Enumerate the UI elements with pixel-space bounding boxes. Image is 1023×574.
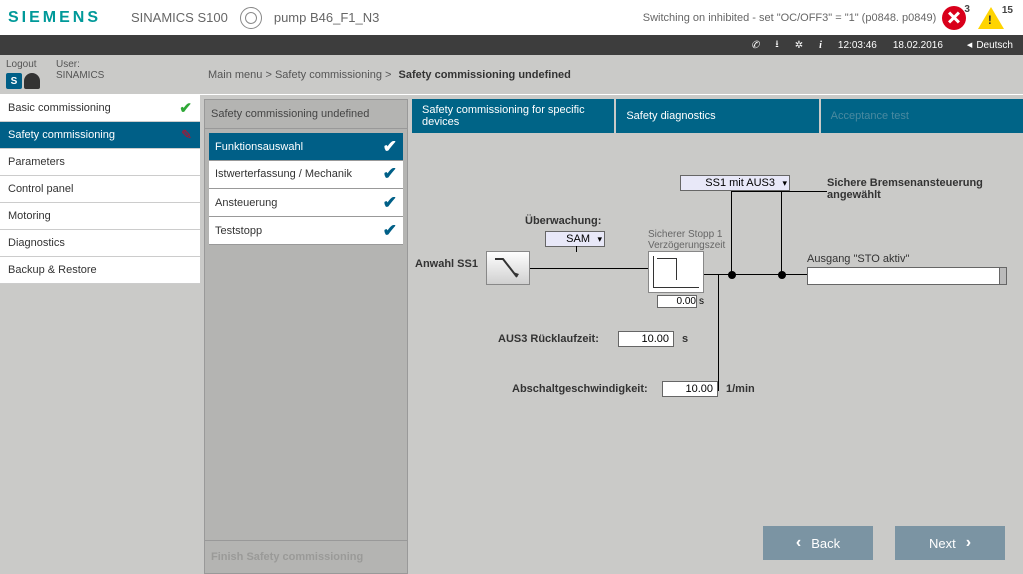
nav-parameters[interactable]: Parameters: [0, 149, 200, 176]
delay-unit: s: [699, 296, 704, 307]
error-badge[interactable]: 3: [942, 6, 972, 30]
user-box: Logout S User: SINAMICS: [0, 55, 200, 95]
device-name: pump B46_F1_N3: [274, 10, 380, 25]
next-label: Next: [929, 536, 956, 551]
back-button[interactable]: ‹ Back: [763, 526, 873, 560]
device-icon: [240, 7, 262, 29]
wire: [731, 191, 732, 274]
error-count: 3: [964, 4, 970, 15]
nav-basic-commissioning[interactable]: Basic commissioning✔: [0, 95, 200, 122]
tab-acceptance-test[interactable]: Acceptance test: [821, 99, 1023, 133]
product-line: SINAMICS S100: [121, 10, 228, 25]
clock-time: 12:03:46: [838, 40, 877, 51]
warning-icon: [978, 7, 1004, 29]
tab-row: Safety commissioning for specific device…: [412, 99, 1023, 133]
info-icon[interactable]: i: [819, 40, 822, 51]
wire: [731, 191, 827, 192]
wire: [781, 191, 782, 274]
person-icon[interactable]: [24, 73, 40, 89]
aus3-label: AUS3 Rücklaufzeit:: [498, 333, 599, 345]
chevron-right-icon: ›: [966, 534, 971, 552]
monitor-label: Überwachung:: [525, 215, 601, 227]
breadcrumb: Main menu > Safety commissioning > Safet…: [200, 55, 1023, 95]
step-funktionsauswahl[interactable]: Funktionsauswahl✔: [209, 133, 403, 161]
status-message: Switching on inhibited - set "OC/OFF3" =…: [643, 12, 937, 24]
nav-control-panel[interactable]: Control panel: [0, 176, 200, 203]
check-icon: ✔: [179, 99, 192, 117]
output-label: Ausgang "STO aktiv": [807, 253, 909, 265]
node-2: [778, 271, 786, 279]
breadcrumb-a[interactable]: Main menu: [208, 69, 262, 81]
save-icon[interactable]: ⭳: [775, 37, 779, 54]
brand-logo: SIEMENS: [8, 9, 121, 27]
info-strip: ✆ ⭳ ✲ i 12:03:46 18.02.2016 Deutsch: [0, 35, 1023, 55]
ss1-icon-button[interactable]: [486, 251, 530, 285]
wire: [718, 274, 719, 391]
nav-diagnostics[interactable]: Diagnostics: [0, 230, 200, 257]
delay-graph: s: [648, 251, 704, 293]
pencil-icon: ✎: [181, 127, 192, 143]
step-ansteuerung[interactable]: Ansteuerung✔: [209, 189, 403, 217]
check-icon: ✔: [383, 193, 397, 213]
check-icon: ✔: [383, 165, 397, 184]
wire: [530, 268, 648, 269]
user-label: User:: [56, 59, 104, 70]
nav-backup-restore[interactable]: Backup & Restore: [0, 257, 200, 284]
wire: [782, 274, 807, 275]
back-label: Back: [811, 536, 840, 551]
ss1-mode-select[interactable]: SS1 mit AUS3: [680, 175, 790, 191]
step-teststopp[interactable]: Teststopp✔: [209, 217, 403, 245]
gear-icon[interactable]: ✲: [795, 40, 803, 51]
absch-label: Abschaltgeschwindigkeit:: [512, 383, 648, 395]
warning-count: 15: [1002, 5, 1013, 16]
language-selector[interactable]: Deutsch: [967, 40, 1013, 51]
delay-value-input[interactable]: [657, 295, 697, 308]
stepbox-title: Safety commissioning undefined: [205, 100, 407, 129]
phone-icon[interactable]: ✆: [751, 40, 759, 51]
nav-motoring[interactable]: Motoring: [0, 203, 200, 230]
tab-safety-diagnostics[interactable]: Safety diagnostics: [616, 99, 818, 133]
aus3-unit: s: [682, 333, 688, 345]
finish-safety-commissioning[interactable]: Finish Safety commissioning: [205, 540, 407, 573]
top-brand-bar: SIEMENS SINAMICS S100 pump B46_F1_N3 Swi…: [0, 0, 1023, 35]
warning-badge[interactable]: 15: [978, 7, 1015, 29]
aus3-value-input[interactable]: [618, 331, 674, 347]
monitor-select[interactable]: SAM: [545, 231, 605, 247]
logout-link[interactable]: Logout: [6, 59, 40, 70]
absch-value-input[interactable]: [662, 381, 718, 397]
absch-unit: 1/min: [726, 383, 755, 395]
step-box: Safety commissioning undefined Funktions…: [204, 99, 408, 574]
clock-date: 18.02.2016: [893, 40, 943, 51]
node-1: [728, 271, 736, 279]
diagram-canvas: SS1 mit AUS3 Sichere Bremsenansteuerung …: [412, 133, 1023, 574]
breadcrumb-c: Safety commissioning undefined: [399, 69, 571, 81]
s-icon[interactable]: S: [6, 73, 22, 89]
check-icon: ✔: [383, 137, 397, 157]
anwahl-label: Anwahl SS1: [415, 258, 478, 270]
user-name: SINAMICS: [56, 70, 104, 81]
chevron-left-icon: ‹: [796, 534, 801, 552]
brake-message: Sichere Bremsenansteuerung angewählt: [827, 177, 1023, 201]
ramp-down-icon: [493, 255, 523, 281]
next-button[interactable]: Next ›: [895, 526, 1005, 560]
wire: [576, 246, 577, 252]
stop-title: Sicherer Stopp 1 Verzögerungszeit: [648, 229, 738, 251]
nav-safety-commissioning[interactable]: Safety commissioning✎: [0, 122, 200, 149]
step-istwerterfassung[interactable]: Istwerterfassung / Mechanik✔: [209, 161, 403, 189]
output-bar: [807, 267, 1007, 285]
error-icon: [942, 6, 966, 30]
tab-specific-devices[interactable]: Safety commissioning for specific device…: [412, 99, 614, 133]
check-icon: ✔: [383, 221, 397, 241]
breadcrumb-b[interactable]: Safety commissioning: [275, 69, 382, 81]
left-nav: Basic commissioning✔ Safety commissionin…: [0, 95, 200, 284]
